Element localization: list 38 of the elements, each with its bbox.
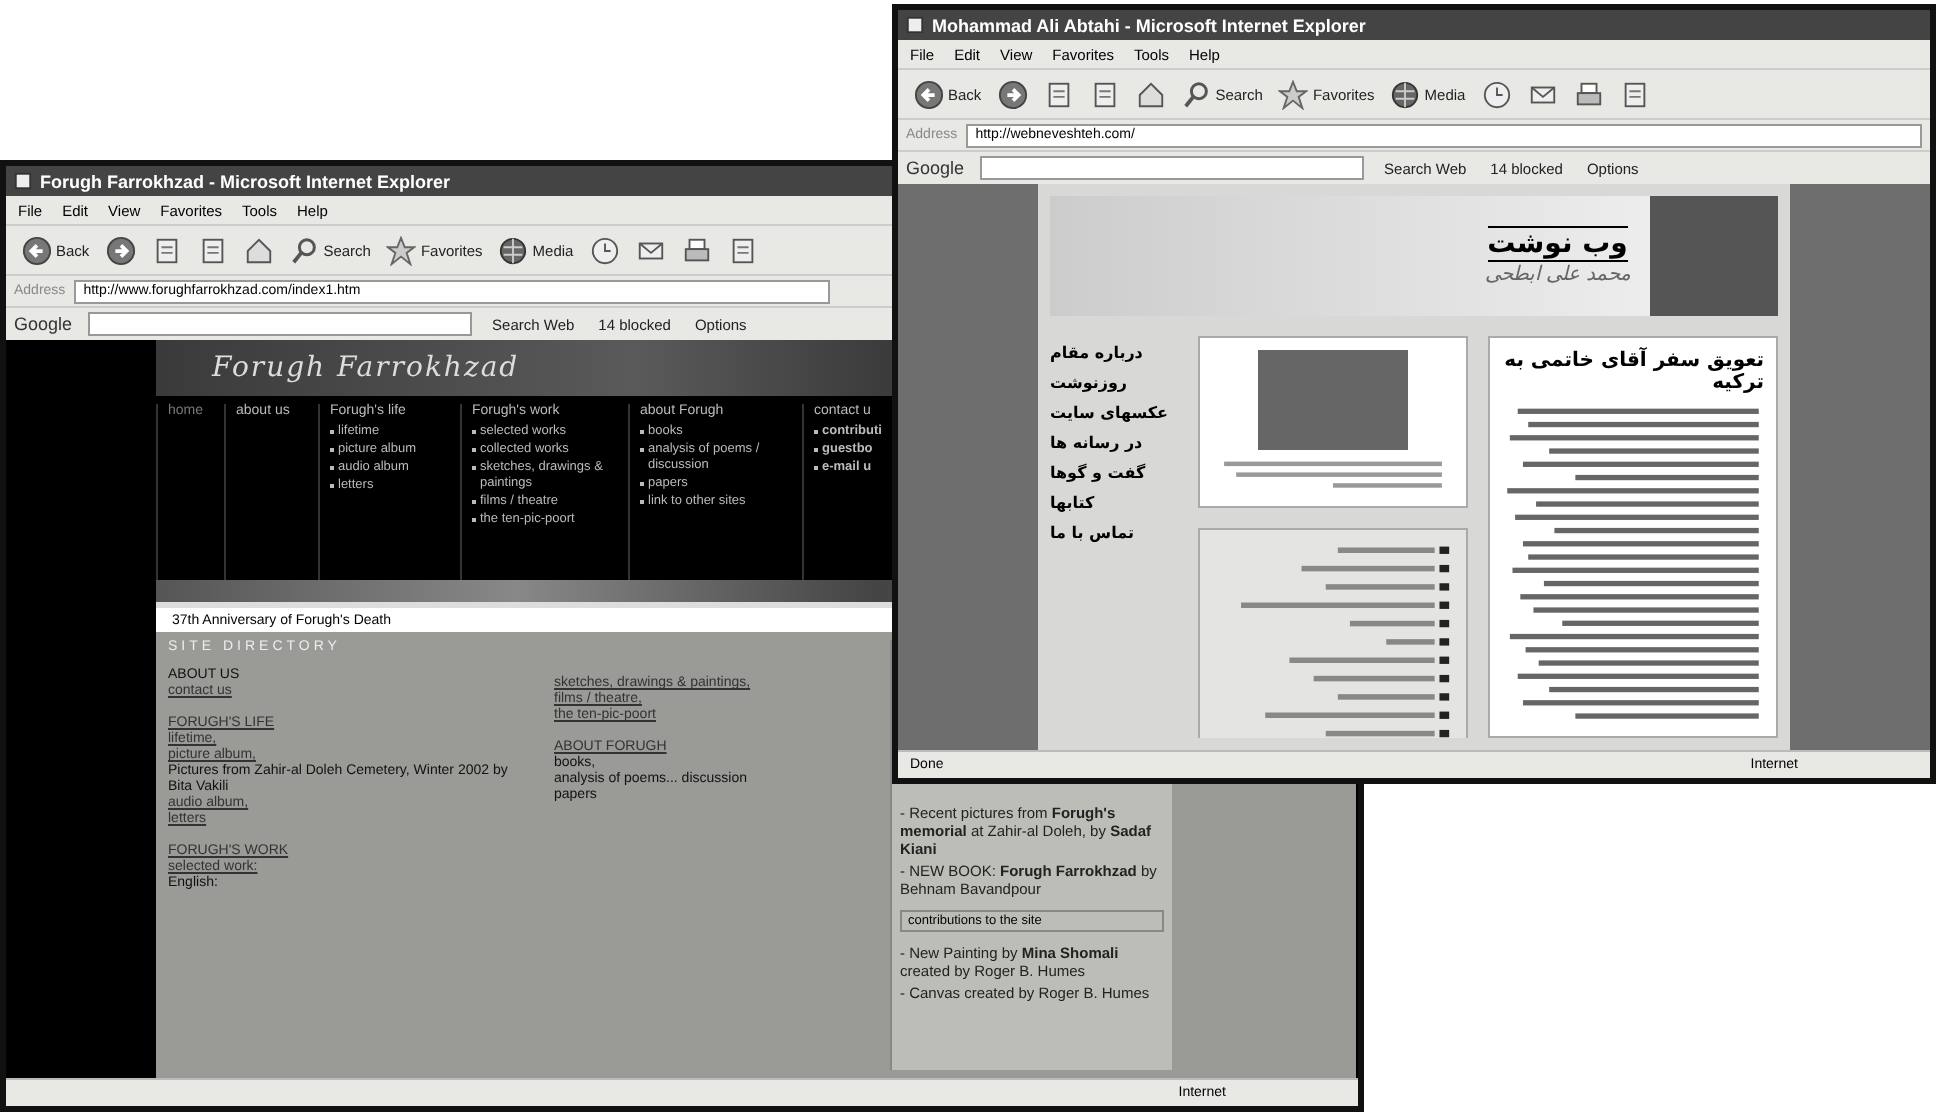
globe-icon: [498, 235, 529, 265]
page-icon: [14, 172, 32, 190]
page-icon: [151, 235, 182, 265]
page-icon: [1043, 79, 1074, 109]
house-icon: [243, 235, 274, 265]
page-icon: [197, 235, 228, 265]
signature-text: محمد علی ابطحی: [1484, 262, 1630, 286]
sidebar-link[interactable]: گفت و گوها: [1050, 464, 1146, 482]
clock-icon: [589, 235, 620, 265]
sidebar-link[interactable]: کتابها: [1050, 494, 1095, 512]
page-icon: [727, 235, 758, 265]
window-title: Mohammad Ali Abtahi - Microsoft Internet Explorer: [898, 10, 1930, 40]
forward-button[interactable]: [101, 235, 140, 265]
sidebar-link[interactable]: عکسهای سایت: [1050, 404, 1169, 422]
search-field[interactable]: [88, 312, 473, 336]
site-title: Forugh Farrokhzad: [212, 352, 520, 384]
sidebar-link[interactable]: تماس با ما: [1050, 524, 1134, 542]
google-label: Google: [14, 314, 73, 334]
star-icon: [1278, 79, 1309, 109]
search-icon: [1181, 79, 1212, 109]
post-title: تعویق سفر آقای خاتمی به ترکیه: [1502, 350, 1764, 394]
printer-icon: [1573, 79, 1604, 109]
house-icon: [1135, 79, 1166, 109]
photo-placeholder: [1650, 196, 1778, 316]
forward-button[interactable]: [993, 79, 1032, 109]
page-icon: [1619, 79, 1650, 109]
search-icon: [289, 235, 320, 265]
sidebar-link[interactable]: در رسانه ها: [1050, 434, 1143, 452]
sidebar-link[interactable]: روزنوشت: [1050, 374, 1128, 392]
page-icon: [906, 16, 924, 34]
sidebar-link[interactable]: درباره مقام: [1050, 344, 1143, 362]
globe-icon: [1390, 79, 1421, 109]
printer-icon: [681, 235, 712, 265]
search-field[interactable]: [980, 156, 1365, 180]
site-logo: وب نوشت: [1487, 226, 1628, 262]
star-icon: [386, 235, 417, 265]
page-icon: [1089, 79, 1120, 109]
clock-icon: [1481, 79, 1512, 109]
